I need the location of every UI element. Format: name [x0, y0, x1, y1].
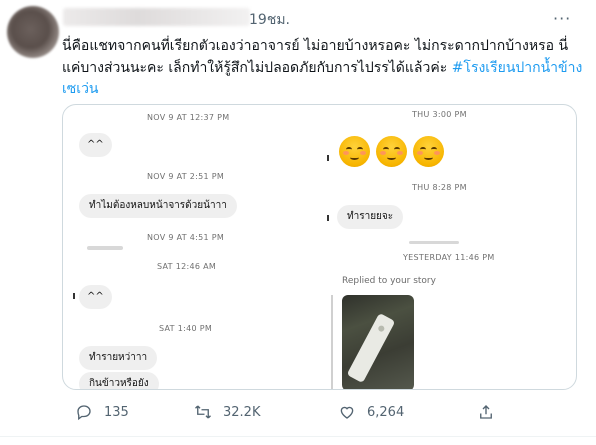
tweet-time[interactable]: 19ชม. — [249, 9, 290, 31]
chat-screenshot-right: THU 3:00 PM THU 8:28 PM ทำรายยจะ YESTERD… — [315, 105, 576, 389]
share-icon — [480, 405, 492, 419]
ghost-text — [409, 241, 459, 244]
display-name-blurred[interactable] — [63, 8, 250, 26]
chat-bubble: ทำรายหว่าาา — [79, 346, 158, 370]
story-thumbnail — [342, 295, 414, 389]
retweet-button[interactable]: 32.2K — [194, 401, 260, 423]
smiling-face-icon — [376, 136, 407, 167]
chat-bubble: กินข้าวหรือยัง — [79, 372, 159, 389]
more-options-button[interactable]: ··· — [553, 9, 571, 28]
timestamp: THU 8:28 PM — [412, 183, 467, 192]
timestamp: NOV 9 AT 2:51 PM — [147, 172, 225, 181]
replied-label: Replied to your story — [342, 276, 436, 286]
smiling-face-icon — [339, 136, 370, 167]
tweet-actions: 135 32.2K 6,264 — [0, 401, 596, 423]
avatar[interactable] — [7, 6, 59, 58]
chat-bubble: ทำรายยจะ — [337, 205, 404, 229]
share-button[interactable] — [477, 401, 495, 423]
typing-marker — [327, 215, 329, 221]
tweet-text: นี่คือแชทจากคนที่เรียกตัวเองว่าอาจารย์ ไ… — [62, 36, 584, 101]
chat-screenshot-left: NOV 9 AT 12:37 PM ^^ NOV 9 AT 2:51 PM ทำ… — [63, 105, 315, 389]
smiling-face-icon — [413, 136, 444, 167]
heart-icon — [340, 406, 354, 419]
timestamp: SAT 1:40 PM — [159, 324, 213, 333]
reply-count: 135 — [104, 404, 129, 420]
timestamp: THU 3:00 PM — [412, 110, 467, 119]
media-image[interactable]: NOV 9 AT 12:37 PM ^^ NOV 9 AT 2:51 PM ทำ… — [62, 104, 577, 390]
timestamp: SAT 12:46 AM — [157, 262, 217, 271]
like-button[interactable]: 6,264 — [338, 401, 404, 423]
timestamp: YESTERDAY 11:46 PM — [403, 253, 495, 262]
retweet-icon — [195, 405, 211, 419]
like-count: 6,264 — [367, 404, 405, 420]
timestamp: NOV 9 AT 4:51 PM — [147, 233, 225, 242]
divider — [0, 436, 596, 437]
retweet-count: 32.2K — [223, 404, 261, 420]
chat-bubble: ^^ — [79, 285, 112, 309]
timestamp: NOV 9 AT 12:37 PM — [147, 113, 230, 122]
ghost-text — [87, 246, 123, 250]
reply-icon — [77, 405, 91, 421]
reply-bar — [331, 295, 333, 389]
chat-bubble: ^^ — [79, 133, 112, 157]
chat-bubble: ทำไมต้องหลบหน้าจารด้วยน้าาา — [79, 194, 237, 218]
reply-button[interactable]: 135 — [75, 401, 129, 423]
typing-marker — [73, 293, 75, 299]
typing-marker — [327, 155, 329, 161]
